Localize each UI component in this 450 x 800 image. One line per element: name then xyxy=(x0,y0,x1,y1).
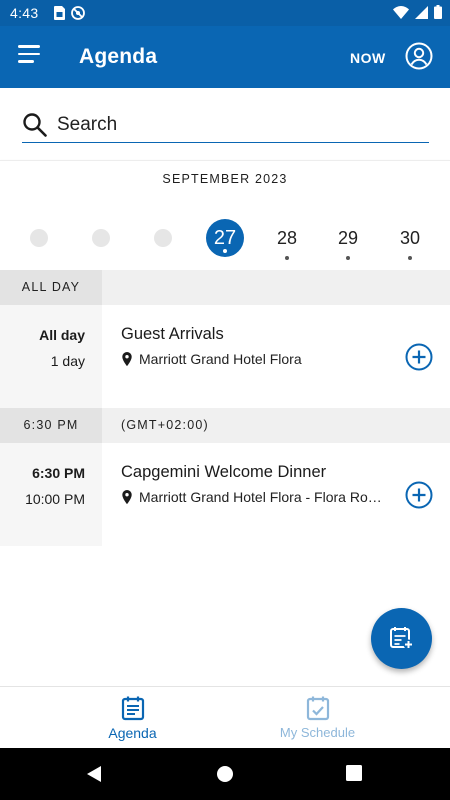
location-pin-icon xyxy=(122,351,132,366)
timezone-label: (GMT+02:00) xyxy=(121,418,209,432)
calendar-check-icon xyxy=(306,696,330,721)
event-row[interactable]: All day 1 day Guest Arrivals Marriott Gr… xyxy=(0,305,450,408)
event-start: 6:30 PM xyxy=(32,465,85,481)
search-icon xyxy=(23,113,47,137)
nav-label: My Schedule xyxy=(279,725,356,740)
day-27[interactable]: 27 xyxy=(206,219,244,257)
month-label: SEPTEMBER 2023 xyxy=(162,172,288,186)
system-nav-bar xyxy=(0,748,450,800)
profile-icon[interactable] xyxy=(405,42,433,70)
event-dot xyxy=(346,256,350,260)
day-30[interactable]: 30 xyxy=(391,219,429,260)
back-icon[interactable] xyxy=(85,765,103,783)
day-28[interactable]: 28 xyxy=(268,219,306,260)
search-input[interactable] xyxy=(57,114,417,136)
menu-icon[interactable] xyxy=(18,45,44,69)
battery-icon xyxy=(434,5,442,19)
event-location: Marriott Grand Hotel Flora - Flora Ro… xyxy=(121,489,386,505)
event-dot xyxy=(285,256,289,260)
home-icon[interactable] xyxy=(216,765,234,783)
event-title: Guest Arrivals xyxy=(121,325,224,343)
event-start: All day xyxy=(39,327,85,343)
recents-icon[interactable] xyxy=(346,765,362,781)
app-bar: Agenda NOW xyxy=(0,26,450,88)
add-to-schedule-icon[interactable] xyxy=(405,343,433,371)
status-time: 4:43 xyxy=(10,5,39,21)
nav-my-schedule[interactable]: My Schedule xyxy=(205,687,430,749)
sim-card-icon xyxy=(54,6,65,20)
search-bar xyxy=(22,108,429,143)
event-location: Marriott Grand Hotel Flora xyxy=(121,351,386,367)
event-time: All day 1 day xyxy=(0,305,102,408)
event-end: 1 day xyxy=(50,353,85,369)
wifi-icon xyxy=(393,5,409,19)
now-button[interactable]: NOW xyxy=(350,50,386,66)
event-dot xyxy=(408,256,412,260)
section-header-time: 6:30 PM (GMT+02:00) xyxy=(0,408,450,443)
event-end: 10:00 PM xyxy=(25,491,85,507)
event-dot xyxy=(223,249,227,253)
day-29[interactable]: 29 xyxy=(329,219,367,260)
status-bar: 4:43 xyxy=(0,0,450,26)
day-empty-1 xyxy=(20,219,58,257)
calendar-list-icon xyxy=(121,696,145,721)
signal-icon xyxy=(415,5,428,19)
page-title: Agenda xyxy=(79,45,158,68)
no-disturb-icon xyxy=(71,6,85,20)
bottom-nav: Agenda My Schedule xyxy=(0,686,450,748)
add-calendar-fab[interactable] xyxy=(371,608,432,669)
event-time: 6:30 PM 10:00 PM xyxy=(0,443,102,546)
location-pin-icon xyxy=(122,489,132,504)
day-empty-2 xyxy=(82,219,120,257)
day-empty-3 xyxy=(144,219,182,257)
section-header-all-day: ALL DAY xyxy=(0,270,450,305)
event-row[interactable]: 6:30 PM 10:00 PM Capgemini Welcome Dinne… xyxy=(0,443,450,546)
add-to-schedule-icon[interactable] xyxy=(405,481,433,509)
event-title: Capgemini Welcome Dinner xyxy=(121,463,327,481)
calendar-add-icon xyxy=(390,627,414,650)
date-strip: SEPTEMBER 2023 27 28 29 30 xyxy=(0,160,450,270)
